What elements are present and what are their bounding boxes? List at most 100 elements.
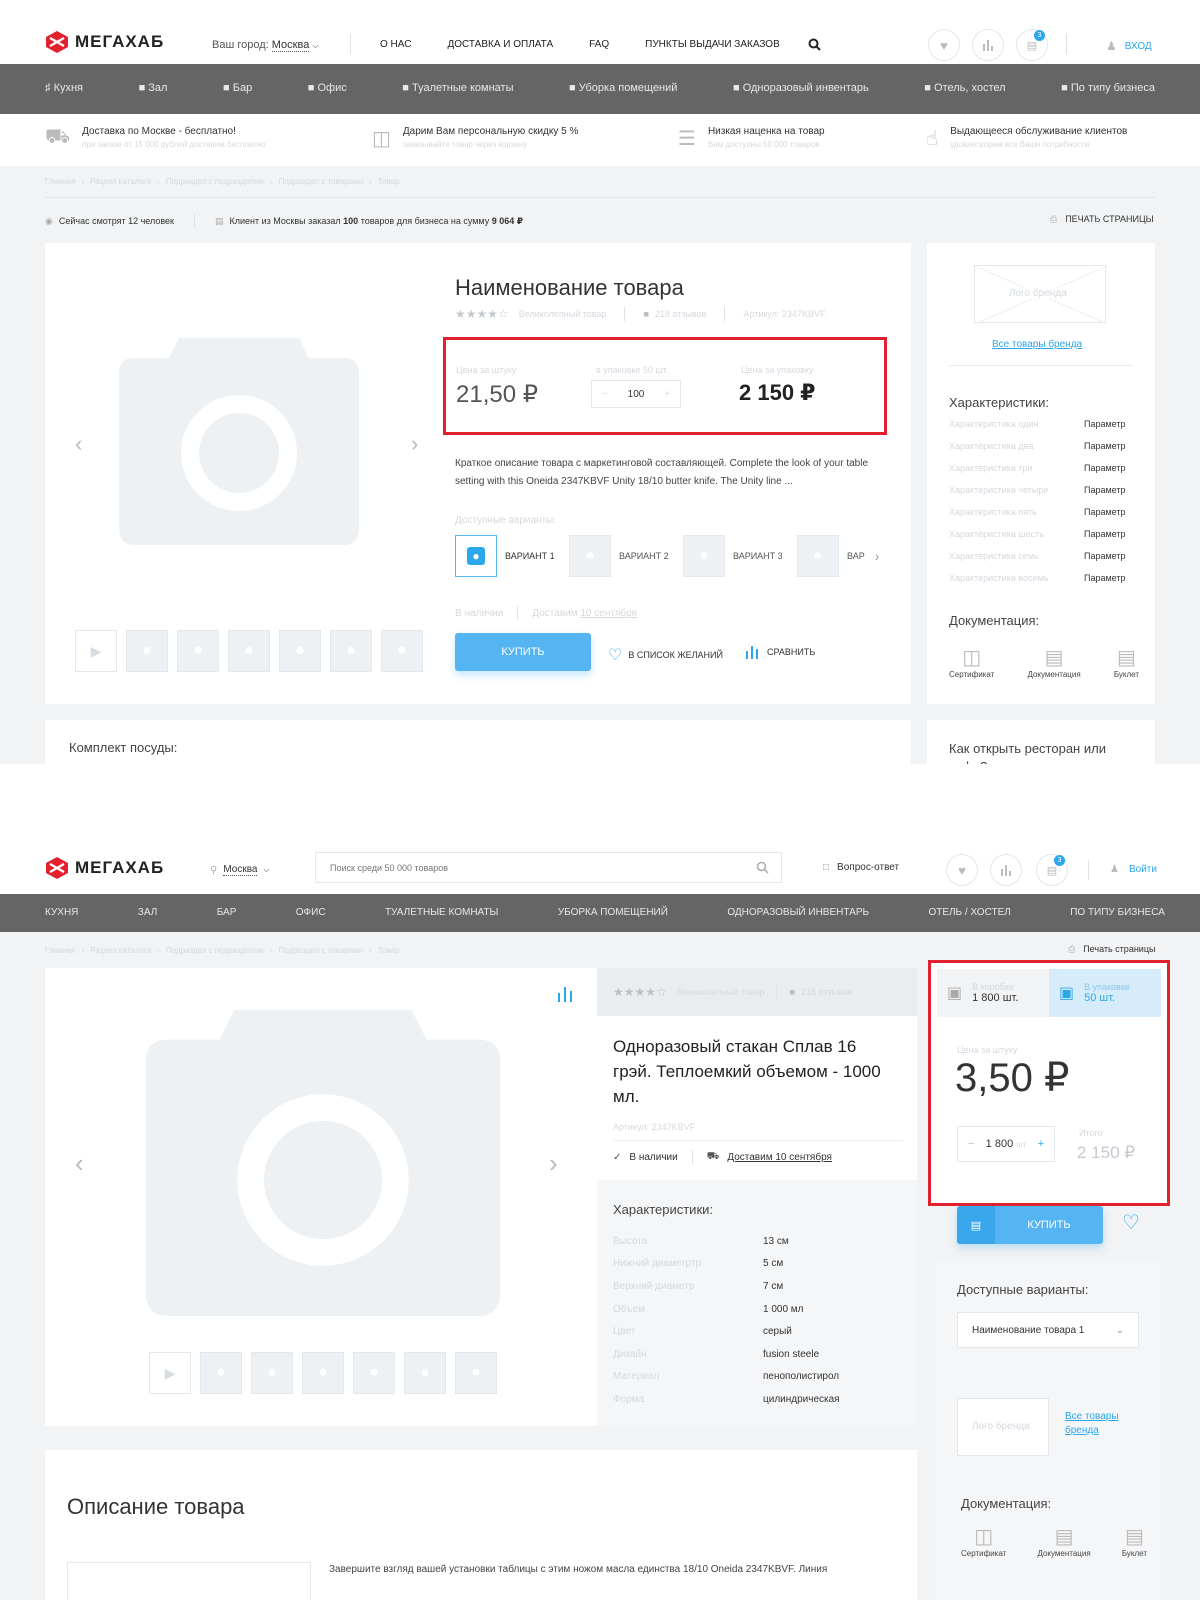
variant-2[interactable]: ● ВАРИАНТ 2 [569, 535, 683, 577]
cat-hotel[interactable]: ■ Отель, хостел [924, 82, 1005, 94]
cat-disposable[interactable]: ОДНОРАЗОВЫЙ ИНВЕНТАРЬ [727, 907, 869, 918]
camera-icon [145, 1010, 501, 1316]
quantity-stepper[interactable]: − 1 800 шт + [957, 1126, 1055, 1162]
image-thumb[interactable]: ● [200, 1352, 242, 1394]
image-thumb[interactable]: ● [330, 630, 372, 672]
wishlist-button[interactable]: ♥ [928, 29, 960, 61]
compare-button[interactable] [990, 854, 1022, 886]
next-image-button[interactable]: › [411, 431, 418, 457]
plus-button[interactable]: + [664, 389, 670, 400]
cat-hall[interactable]: ■ Зал [139, 82, 168, 94]
cat-hotel[interactable]: ОТЕЛЬ / ХОСТЕЛ [928, 907, 1010, 918]
cat-cleaning[interactable]: УБОРКА ПОМЕЩЕНИЙ [558, 907, 668, 918]
logo[interactable]: МЕГАХАБ [45, 856, 164, 880]
cat-business[interactable]: ■ По типу бизнеса [1061, 82, 1155, 94]
cat-kitchen[interactable]: КУХНЯ [45, 907, 78, 918]
variant-select[interactable]: Наименование товара 1 ⌄ [957, 1312, 1139, 1348]
login-link[interactable]: ♟ ВХОД [1106, 39, 1152, 53]
reviews-link[interactable]: 218 отзывов [655, 309, 707, 319]
logo-text: МЕГАХАБ [75, 858, 165, 877]
cat-cleaning[interactable]: ■ Уборка помещений [569, 82, 677, 94]
city-selector[interactable]: Ваш город: Москва ⌵ [212, 39, 318, 52]
quantity-stepper[interactable]: − 100 + [591, 380, 681, 408]
nav-delivery[interactable]: ДОСТАВКА И ОПЛАТА [447, 39, 553, 50]
search-icon[interactable] [756, 861, 769, 874]
search-bar[interactable] [315, 852, 782, 883]
nav-pickup[interactable]: ПУНКТЫ ВЫДАЧИ ЗАКАЗОВ [645, 39, 780, 50]
plus-button[interactable]: + [1038, 1138, 1044, 1150]
reviews-link[interactable]: 218 отзывов [801, 987, 853, 997]
image-thumb[interactable]: ● [177, 630, 219, 672]
minus-button[interactable]: − [602, 389, 608, 400]
bars-icon [1001, 865, 1011, 876]
heart-outline-icon[interactable]: ♡ [1122, 1210, 1140, 1235]
image-thumb[interactable]: ● [279, 630, 321, 672]
wishlist-link[interactable]: ♡ В СПИСОК ЖЕЛАНИЙ [608, 645, 723, 665]
cat-toilets[interactable]: ■ Туалетные комнаты [402, 82, 513, 94]
image-thumb[interactable]: ● [353, 1352, 395, 1394]
wishlist-button[interactable]: ♥ [946, 854, 978, 886]
nav-about[interactable]: О НАС [380, 39, 411, 50]
minus-button[interactable]: − [968, 1138, 974, 1150]
brand-products-link[interactable]: Все товары бренда [1065, 1410, 1135, 1438]
delivery-link[interactable]: Доставим 10 сентября [727, 1152, 832, 1163]
cat-office[interactable]: ОФИС [296, 907, 326, 918]
buy-button[interactable]: ▤ КУПИТЬ [957, 1206, 1103, 1244]
pdf-icon: ◫ [974, 1526, 994, 1548]
cat-office[interactable]: ■ Офис [308, 82, 347, 94]
cat-business[interactable]: ПО ТИПУ БИЗНЕСА [1070, 907, 1165, 918]
doc-documentation[interactable]: ▤ Документация [1027, 645, 1080, 679]
variant-1[interactable]: ● ВАРИАНТ 1 [455, 535, 569, 577]
next-image-button[interactable]: › [549, 1148, 558, 1179]
cat-hall[interactable]: ЗАЛ [138, 907, 158, 918]
cat-toilets[interactable]: ТУАЛЕТНЫЕ КОМНАТЫ [385, 907, 498, 918]
print-link[interactable]: ⎙ Печать страницы [1068, 944, 1155, 955]
search-icon[interactable] [808, 38, 821, 51]
bars-icon[interactable] [557, 986, 573, 1002]
print-link[interactable]: ⎙ ПЕЧАТЬ СТРАНИЦЫ [1050, 214, 1154, 225]
cat-kitchen[interactable]: ♯ Кухня [45, 82, 83, 94]
image-thumb[interactable]: ● [302, 1352, 344, 1394]
doc-certificate[interactable]: ◫ Сертификат [961, 1524, 1006, 1558]
tab-box[interactable]: ▣ В коробке 1 800 шт. [937, 969, 1049, 1017]
variant-3[interactable]: ● ВАРИАНТ 3 [683, 535, 797, 577]
product-title: Одноразовый стакан Сплав 16 грэй. Теплое… [613, 1037, 881, 1106]
buy-button[interactable]: КУПИТЬ [455, 633, 591, 671]
image-thumb[interactable]: ● [404, 1352, 446, 1394]
camera-icon: ● [346, 642, 356, 659]
doc-certificate[interactable]: ◫ Сертификат [949, 645, 994, 679]
search-input[interactable] [316, 853, 716, 882]
video-thumb[interactable]: ▶ [75, 630, 117, 672]
compare-button[interactable] [972, 29, 1004, 61]
video-thumb[interactable]: ▶ [149, 1352, 191, 1394]
play-icon: ▶ [90, 642, 102, 659]
logo[interactable]: МЕГАХАБ [45, 30, 164, 54]
doc-documentation[interactable]: ▤ Документация [1037, 1524, 1090, 1558]
square-icon: ■ [402, 82, 409, 94]
image-thumb[interactable]: ● [251, 1352, 293, 1394]
prev-image-button[interactable]: ‹ [75, 1148, 84, 1179]
city-selector[interactable]: ⚲ Москва ⌵ [210, 864, 270, 876]
image-thumb[interactable]: ● [455, 1352, 497, 1394]
cat-bar[interactable]: БАР [217, 907, 237, 918]
faq-link[interactable]: □ Вопрос-ответ [823, 862, 899, 873]
chevron-right-icon[interactable]: › [875, 548, 880, 564]
image-thumb[interactable]: ● [228, 630, 270, 672]
logo-icon [46, 857, 68, 879]
image-thumb[interactable]: ● [126, 630, 168, 672]
delivery-date-link[interactable]: 10 сентября [580, 608, 637, 619]
doc-booklet[interactable]: ▤ Буклет [1122, 1524, 1147, 1558]
cat-disposable[interactable]: ■ Одноразовый инвентарь [733, 82, 869, 94]
login-link[interactable]: ♟ Войти [1110, 864, 1157, 875]
cart-button[interactable]: ▤ 3 [1036, 854, 1068, 886]
cat-bar[interactable]: ■ Бар [223, 82, 252, 94]
tab-pack[interactable]: ▣ В упаковке 50 шт. [1049, 969, 1161, 1017]
nav-faq[interactable]: FAQ [589, 39, 609, 50]
prev-image-button[interactable]: ‹ [75, 431, 82, 457]
compare-link[interactable]: СРАВНИТЬ [745, 645, 815, 659]
doc-booklet[interactable]: ▤ Буклет [1114, 645, 1139, 679]
variant-4[interactable]: ● ВАР › [797, 535, 879, 577]
brand-products-link[interactable]: Все товары бренда [992, 339, 1082, 350]
image-thumb[interactable]: ● [381, 630, 423, 672]
cart-button[interactable]: ▤ 3 [1016, 29, 1048, 61]
